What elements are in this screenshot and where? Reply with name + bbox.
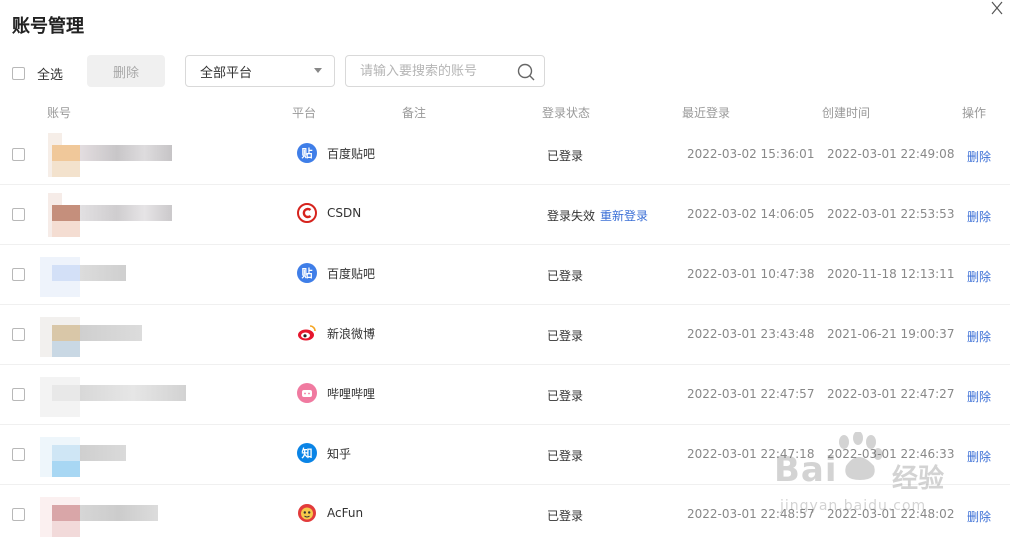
- platform-name: 知乎: [327, 446, 352, 461]
- row-checkbox[interactable]: [12, 268, 25, 281]
- blurred-account: [40, 493, 200, 537]
- table-row: 新浪微博 已登录 2022-03-01 23:43:48 2021-06-21 …: [0, 305, 1010, 365]
- platform-filter-select[interactable]: 全部平台: [185, 55, 335, 87]
- select-all-checkbox[interactable]: 全选: [12, 64, 63, 83]
- table-row: 贴 百度贴吧 已登录 2022-03-02 15:36:01 2022-03-0…: [0, 125, 1010, 185]
- row-checkbox[interactable]: [12, 388, 25, 401]
- recent-login-time: 2022-03-01 22:48:57: [687, 507, 815, 521]
- search-input[interactable]: [360, 56, 520, 86]
- created-time: 2022-03-01 22:48:02: [827, 507, 955, 521]
- delete-link[interactable]: 删除: [967, 328, 991, 345]
- delete-link[interactable]: 删除: [967, 208, 991, 225]
- col-actions: 操作: [962, 106, 987, 120]
- platform-name: 哔哩哔哩: [327, 386, 376, 401]
- col-recent-login: 最近登录: [682, 106, 731, 120]
- login-status: 登录失效: [547, 209, 596, 223]
- platform-name: 新浪微博: [327, 326, 376, 341]
- created-time: 2021-06-21 19:00:37: [827, 327, 955, 341]
- row-checkbox[interactable]: [12, 508, 25, 521]
- delete-link[interactable]: 删除: [967, 448, 991, 465]
- login-status: 已登录: [547, 509, 584, 523]
- relogin-link[interactable]: 重新登录: [600, 207, 648, 224]
- recent-login-time: 2022-03-01 10:47:38: [687, 267, 815, 281]
- account-table-body: 贴 百度贴吧 已登录 2022-03-02 15:36:01 2022-03-0…: [0, 125, 1010, 544]
- delete-link[interactable]: 删除: [967, 268, 991, 285]
- blurred-account: [40, 133, 200, 177]
- delete-link[interactable]: 删除: [967, 388, 991, 405]
- blurred-account: [40, 373, 200, 417]
- weibo-icon: [297, 323, 317, 343]
- table-row: 哔哩哔哩 已登录 2022-03-01 22:47:57 2022-03-01 …: [0, 365, 1010, 425]
- login-status: 已登录: [547, 269, 584, 283]
- select-all-label: 全选: [37, 68, 64, 83]
- row-checkbox[interactable]: [12, 208, 25, 221]
- delete-link[interactable]: 删除: [967, 148, 991, 165]
- delete-link[interactable]: 删除: [967, 508, 991, 525]
- created-time: 2022-03-01 22:46:33: [827, 447, 955, 461]
- col-status: 登录状态: [542, 106, 591, 120]
- tieba-icon: 贴: [297, 143, 317, 163]
- recent-login-time: 2022-03-02 15:36:01: [687, 147, 815, 161]
- close-button[interactable]: [989, 0, 1005, 16]
- table-row: AcFun 已登录 2022-03-01 22:48:57 2022-03-01…: [0, 485, 1010, 544]
- caret-down-icon: [314, 68, 322, 73]
- platform-name: AcFun: [327, 506, 364, 520]
- created-time: 2020-11-18 12:13:11: [827, 267, 955, 281]
- blurred-account: [40, 253, 200, 297]
- search-box: [345, 55, 545, 87]
- row-checkbox[interactable]: [12, 148, 25, 161]
- batch-delete-button[interactable]: 删除: [87, 55, 165, 87]
- platform-name: CSDN: [327, 206, 362, 220]
- table-row: CSDN 登录失效 重新登录 2022-03-02 14:06:05 2022-…: [0, 185, 1010, 245]
- recent-login-time: 2022-03-01 22:47:57: [687, 387, 815, 401]
- recent-login-time: 2022-03-01 23:43:48: [687, 327, 815, 341]
- platform-name: 百度贴吧: [327, 146, 376, 161]
- col-note: 备注: [402, 106, 427, 120]
- table-row: 知 知乎 已登录 2022-03-01 22:47:18 2022-03-01 …: [0, 425, 1010, 485]
- table-header: 账号 平台 备注 登录状态 最近登录 创建时间 操作: [0, 104, 1010, 124]
- created-time: 2022-03-01 22:49:08: [827, 147, 955, 161]
- zhihu-icon: 知: [297, 443, 317, 463]
- blurred-account: [40, 313, 200, 357]
- login-status: 已登录: [547, 449, 584, 463]
- login-status: 已登录: [547, 329, 584, 343]
- created-time: 2022-03-01 22:47:27: [827, 387, 955, 401]
- col-created: 创建时间: [822, 106, 871, 120]
- row-checkbox[interactable]: [12, 448, 25, 461]
- login-status: 已登录: [547, 389, 584, 403]
- csdn-icon: [297, 203, 317, 223]
- created-time: 2022-03-01 22:53:53: [827, 207, 955, 221]
- col-platform: 平台: [292, 106, 317, 120]
- toolbar: 全选 删除 全部平台: [12, 55, 1002, 87]
- row-checkbox[interactable]: [12, 328, 25, 341]
- blurred-account: [40, 193, 200, 237]
- table-row: 贴 百度贴吧 已登录 2022-03-01 10:47:38 2020-11-1…: [0, 245, 1010, 305]
- platform-filter-value: 全部平台: [200, 65, 253, 81]
- login-status: 已登录: [547, 149, 584, 163]
- col-account: 账号: [47, 106, 72, 120]
- platform-name: 百度贴吧: [327, 266, 376, 281]
- bilibili-icon: [297, 383, 317, 403]
- blurred-account: [40, 433, 200, 477]
- recent-login-time: 2022-03-02 14:06:05: [687, 207, 815, 221]
- recent-login-time: 2022-03-01 22:47:18: [687, 447, 815, 461]
- acfun-icon: [297, 503, 317, 523]
- dialog-title: 账号管理: [12, 16, 84, 37]
- tieba-icon: 贴: [297, 263, 317, 283]
- close-icon: [991, 1, 1003, 15]
- checkbox-box[interactable]: [12, 67, 25, 80]
- search-icon[interactable]: [516, 62, 536, 82]
